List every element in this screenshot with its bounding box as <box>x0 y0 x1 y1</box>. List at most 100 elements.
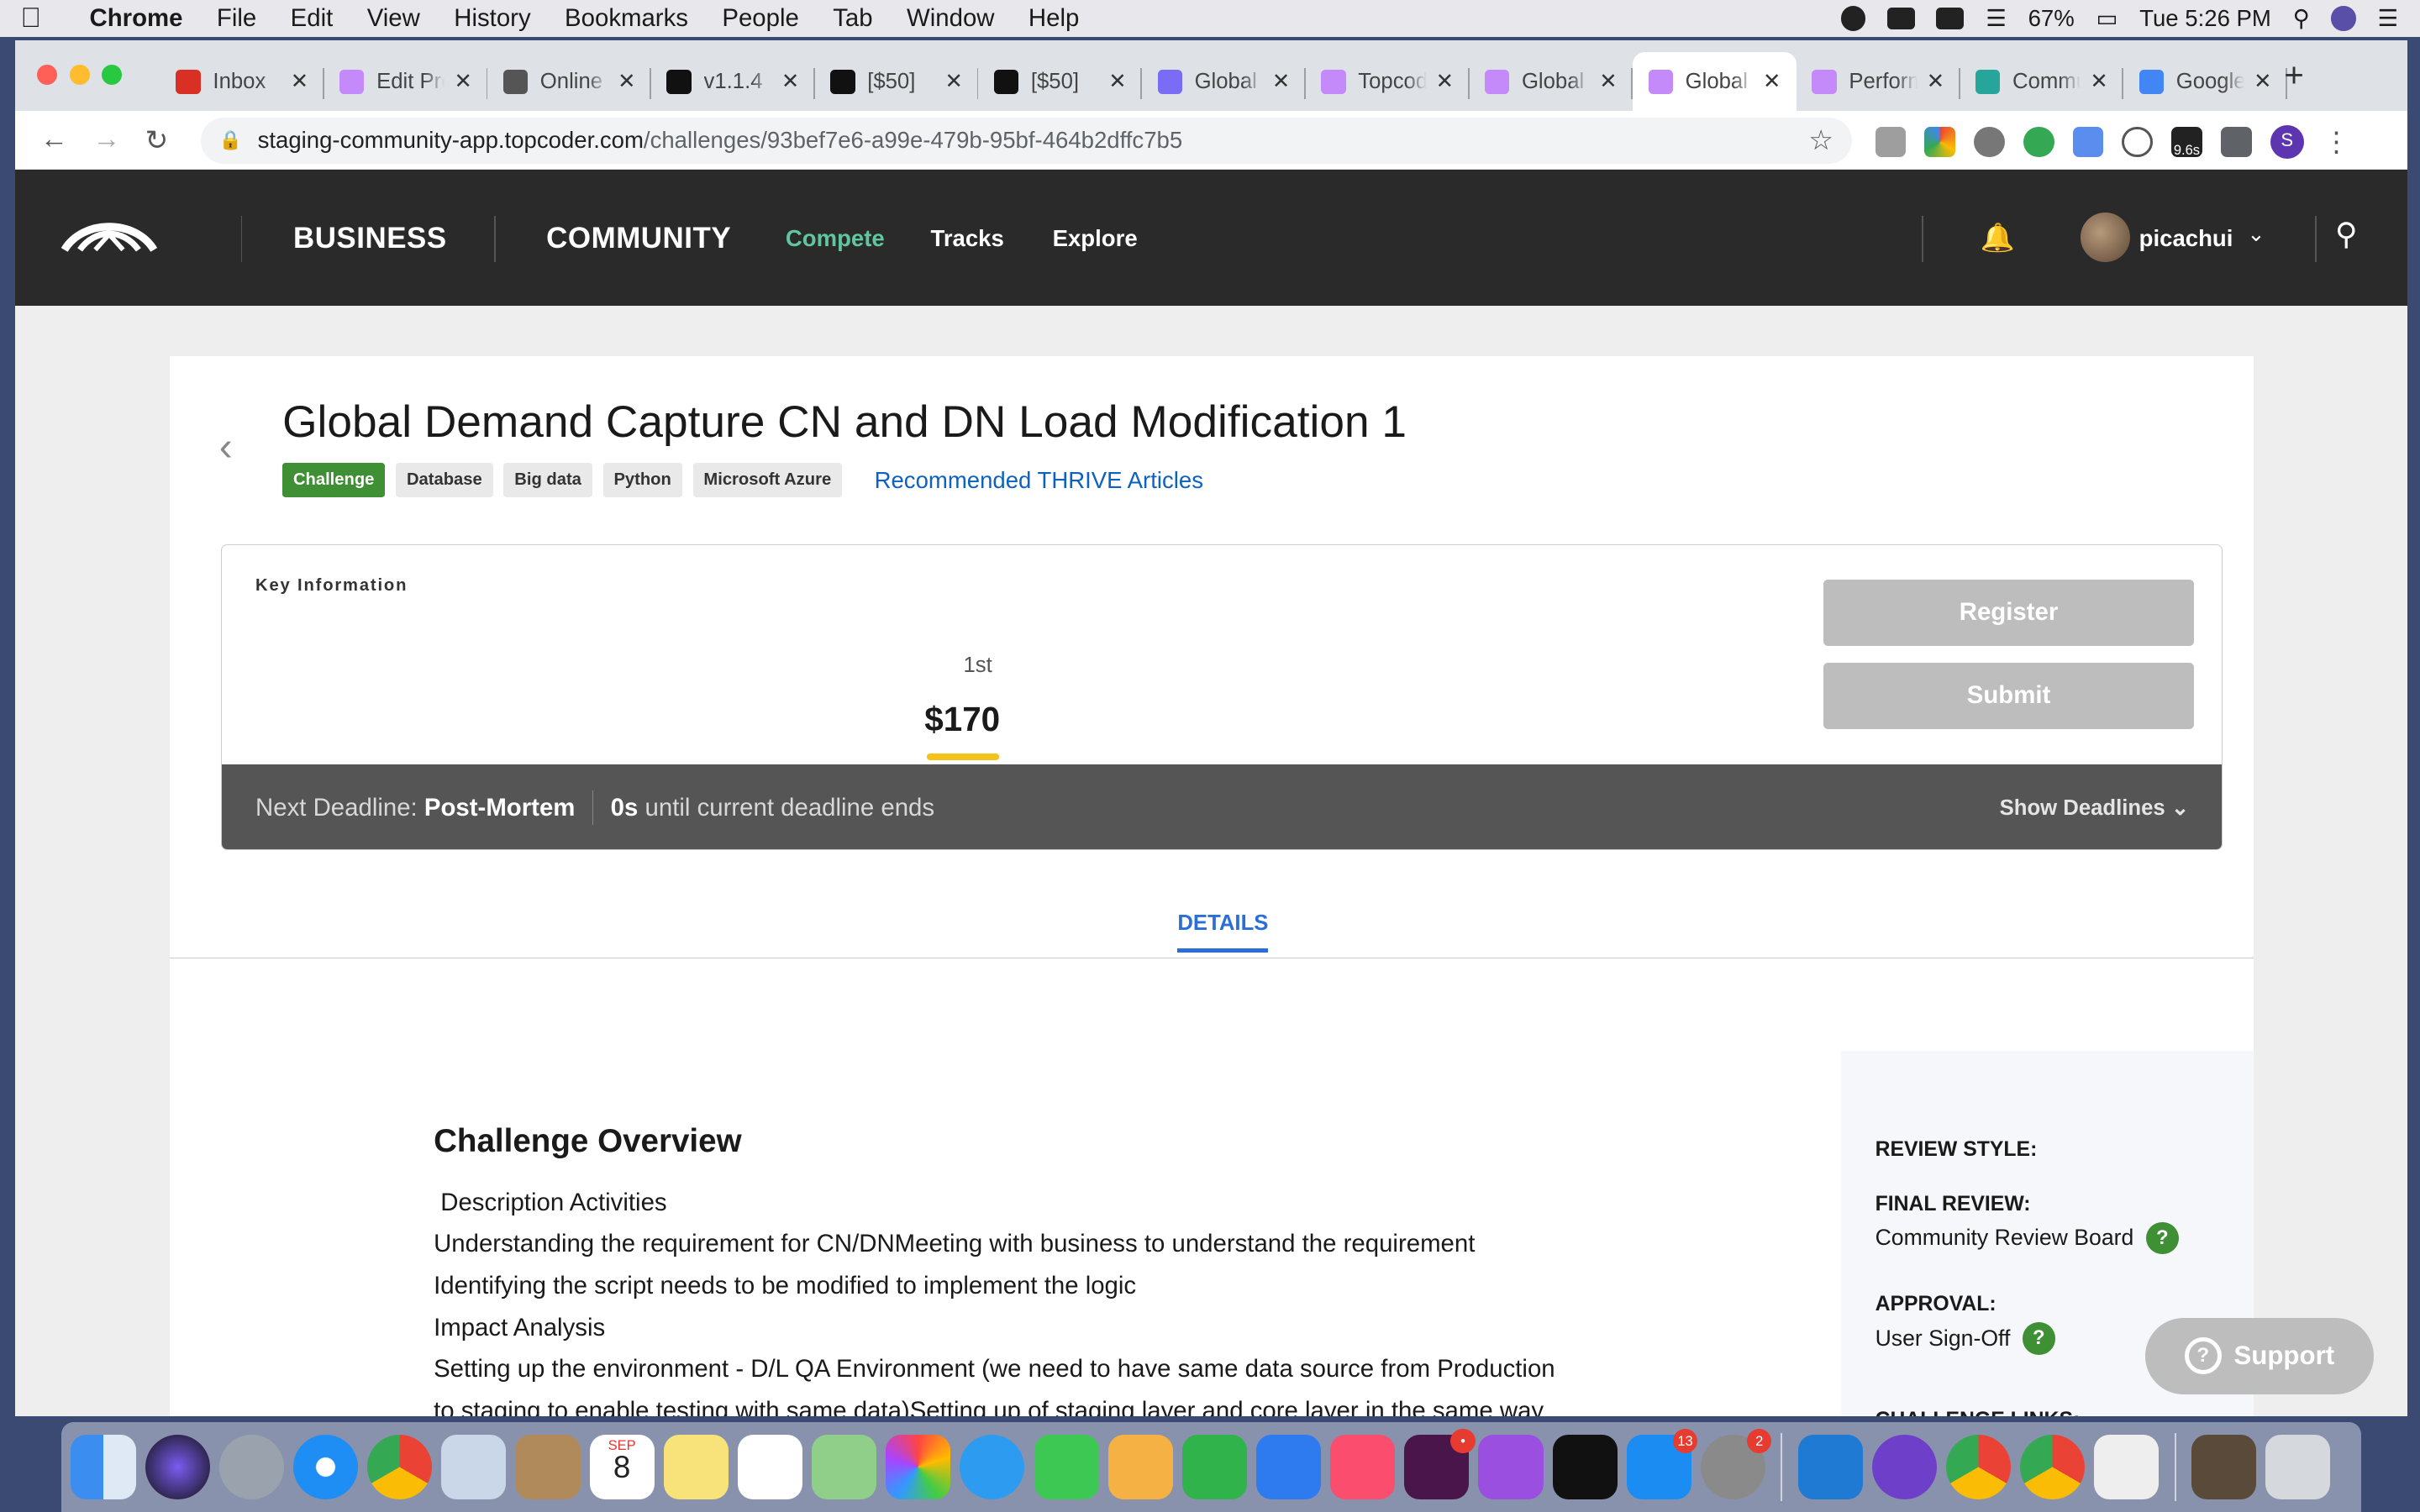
close-window-button[interactable] <box>37 65 57 85</box>
maps-icon[interactable] <box>812 1435 877 1500</box>
bell-icon[interactable]: 🔔 <box>1980 222 2014 255</box>
topcoder-logo-icon[interactable] <box>61 216 158 256</box>
notification-center-icon[interactable]: ☰ <box>2378 5 2399 32</box>
minimize-window-button[interactable] <box>69 65 90 85</box>
photos-icon[interactable] <box>886 1435 951 1500</box>
browser-tab[interactable]: [$50] ✕ <box>815 52 979 111</box>
tab-close-icon[interactable]: ✕ <box>1927 69 1945 94</box>
tag-python[interactable]: Python <box>602 462 682 498</box>
register-button[interactable]: Register <box>1823 579 2194 646</box>
app-store-icon[interactable]: 13 <box>1626 1428 1698 1500</box>
tag-database[interactable]: Database <box>396 462 493 498</box>
airplay-icon[interactable] <box>1936 8 1965 29</box>
podcasts-icon[interactable] <box>1478 1435 1544 1500</box>
browser-tab[interactable]: v1.1.4 ✕ <box>651 52 815 111</box>
zoom-window-button[interactable] <box>102 65 123 85</box>
menu-bookmarks[interactable]: Bookmarks <box>548 4 705 33</box>
tab-close-icon[interactable]: ✕ <box>2090 69 2108 94</box>
address-bar[interactable]: 🔒 staging-community-app.topcoder.com/cha… <box>200 117 1853 164</box>
notes-icon[interactable] <box>663 1435 729 1500</box>
profile-avatar[interactable]: S <box>2270 124 2304 160</box>
vscode-icon[interactable] <box>1797 1435 1863 1500</box>
thrive-articles-link[interactable]: Recommended THRIVE Articles <box>875 467 1203 494</box>
reminders-icon[interactable] <box>737 1435 803 1500</box>
downloads-stack-icon[interactable] <box>2191 1435 2257 1500</box>
extension-icon[interactable] <box>1974 126 2005 158</box>
extension-icon[interactable] <box>1924 126 1956 158</box>
tab-close-icon[interactable]: ✕ <box>1436 69 1455 94</box>
browser-tab[interactable]: Global ✕ <box>1142 52 1306 111</box>
trash-icon[interactable] <box>2265 1435 2331 1500</box>
contacts-icon[interactable] <box>515 1435 581 1500</box>
chrome-icon[interactable] <box>1945 1435 2012 1500</box>
menu-app-name[interactable]: Chrome <box>61 4 199 33</box>
tab-close-icon[interactable]: ✕ <box>1763 69 1781 94</box>
wifi-icon[interactable]: ☰ <box>1986 5 2007 32</box>
menu-history[interactable]: History <box>437 4 548 33</box>
launchpad-icon[interactable] <box>218 1435 284 1500</box>
menu-edit[interactable]: Edit <box>273 4 350 33</box>
browser-tab[interactable]: Community ✕ <box>1960 52 2124 111</box>
calendar-icon[interactable]: SEP 8 <box>589 1435 655 1500</box>
siri-icon[interactable] <box>2331 6 2356 31</box>
chevron-down-icon[interactable]: ⌄ <box>2247 222 2265 247</box>
lock-icon[interactable]: 🔒 <box>219 129 242 151</box>
tab-close-icon[interactable]: ✕ <box>618 69 636 94</box>
back-chevron-icon[interactable]: ‹ <box>219 424 233 470</box>
github-desktop-icon[interactable] <box>1871 1435 1937 1500</box>
timer-extension-icon[interactable]: 9.6s <box>2171 126 2202 158</box>
mail-icon[interactable] <box>441 1435 507 1500</box>
extension-icon[interactable] <box>2122 126 2154 158</box>
bookmark-star-icon[interactable]: ☆ <box>1808 123 1833 157</box>
new-tab-button[interactable]: + <box>2284 55 2304 95</box>
battery-icon[interactable]: ▭ <box>2096 5 2118 32</box>
menu-people[interactable]: People <box>705 4 816 33</box>
spotlight-icon[interactable]: ⚲ <box>2293 5 2310 32</box>
nav-business[interactable]: BUSINESS <box>293 222 447 255</box>
tab-details[interactable]: DETAILS <box>1177 911 1269 953</box>
chrome-icon[interactable] <box>2020 1435 2086 1500</box>
extension-icon[interactable] <box>2072 126 2104 158</box>
submit-button[interactable]: Submit <box>1823 662 2194 729</box>
siri-icon[interactable] <box>145 1435 210 1500</box>
keynote-icon[interactable] <box>1255 1435 1322 1500</box>
nav-community[interactable]: COMMUNITY <box>546 222 731 255</box>
numbers-icon[interactable] <box>1181 1435 1247 1500</box>
tab-close-icon[interactable]: ✕ <box>1272 69 1291 94</box>
browser-tab[interactable]: Global ✕ <box>1633 52 1797 112</box>
menu-help[interactable]: Help <box>1012 4 1097 33</box>
browser-tab[interactable]: Google ✕ <box>2123 52 2287 111</box>
chrome-icon[interactable] <box>367 1435 433 1500</box>
status-app-icon[interactable] <box>1840 6 1865 31</box>
menu-file[interactable]: File <box>200 4 274 33</box>
browser-tab[interactable]: Inbox ✕ <box>160 52 324 111</box>
tag-challenge[interactable]: Challenge <box>282 462 386 498</box>
finder-icon[interactable] <box>71 1435 136 1500</box>
menu-tab[interactable]: Tab <box>816 4 890 33</box>
username[interactable]: picachui <box>2139 225 2233 252</box>
nav-tracks[interactable]: Tracks <box>931 225 1004 252</box>
tag-microsoft-azure[interactable]: Microsoft Azure <box>692 462 843 498</box>
pages-icon[interactable] <box>1107 1435 1173 1500</box>
creative-cloud-icon[interactable] <box>1886 8 1915 29</box>
tab-close-icon[interactable]: ✕ <box>945 69 964 94</box>
system-preferences-icon[interactable]: 2 <box>1700 1428 1772 1500</box>
safari-icon[interactable] <box>292 1435 359 1500</box>
menu-window[interactable]: Window <box>890 4 1012 33</box>
browser-tab[interactable]: Online ✕ <box>487 52 652 111</box>
apple-icon[interactable]:  <box>0 3 61 34</box>
reload-icon[interactable]: ↻ <box>145 123 169 157</box>
browser-tab[interactable]: Performance ✕ <box>1797 52 1960 111</box>
slack-icon[interactable]: • <box>1404 1428 1476 1500</box>
browser-tab[interactable]: Edit Project ✕ <box>324 52 488 111</box>
tab-close-icon[interactable]: ✕ <box>454 69 472 94</box>
apple-tv-icon[interactable] <box>1552 1435 1618 1500</box>
tab-close-icon[interactable]: ✕ <box>1108 69 1127 94</box>
menu-view[interactable]: View <box>350 4 437 33</box>
browser-tab[interactable]: Topcoder ✕ <box>1306 52 1470 111</box>
clock[interactable]: Tue 5:26 PM <box>2139 5 2271 32</box>
help-icon[interactable]: ? <box>2023 1322 2055 1355</box>
search-icon[interactable]: ⚲ <box>2335 216 2358 252</box>
messages-icon[interactable] <box>960 1435 1025 1500</box>
forward-arrow-icon[interactable]: → <box>92 123 120 155</box>
